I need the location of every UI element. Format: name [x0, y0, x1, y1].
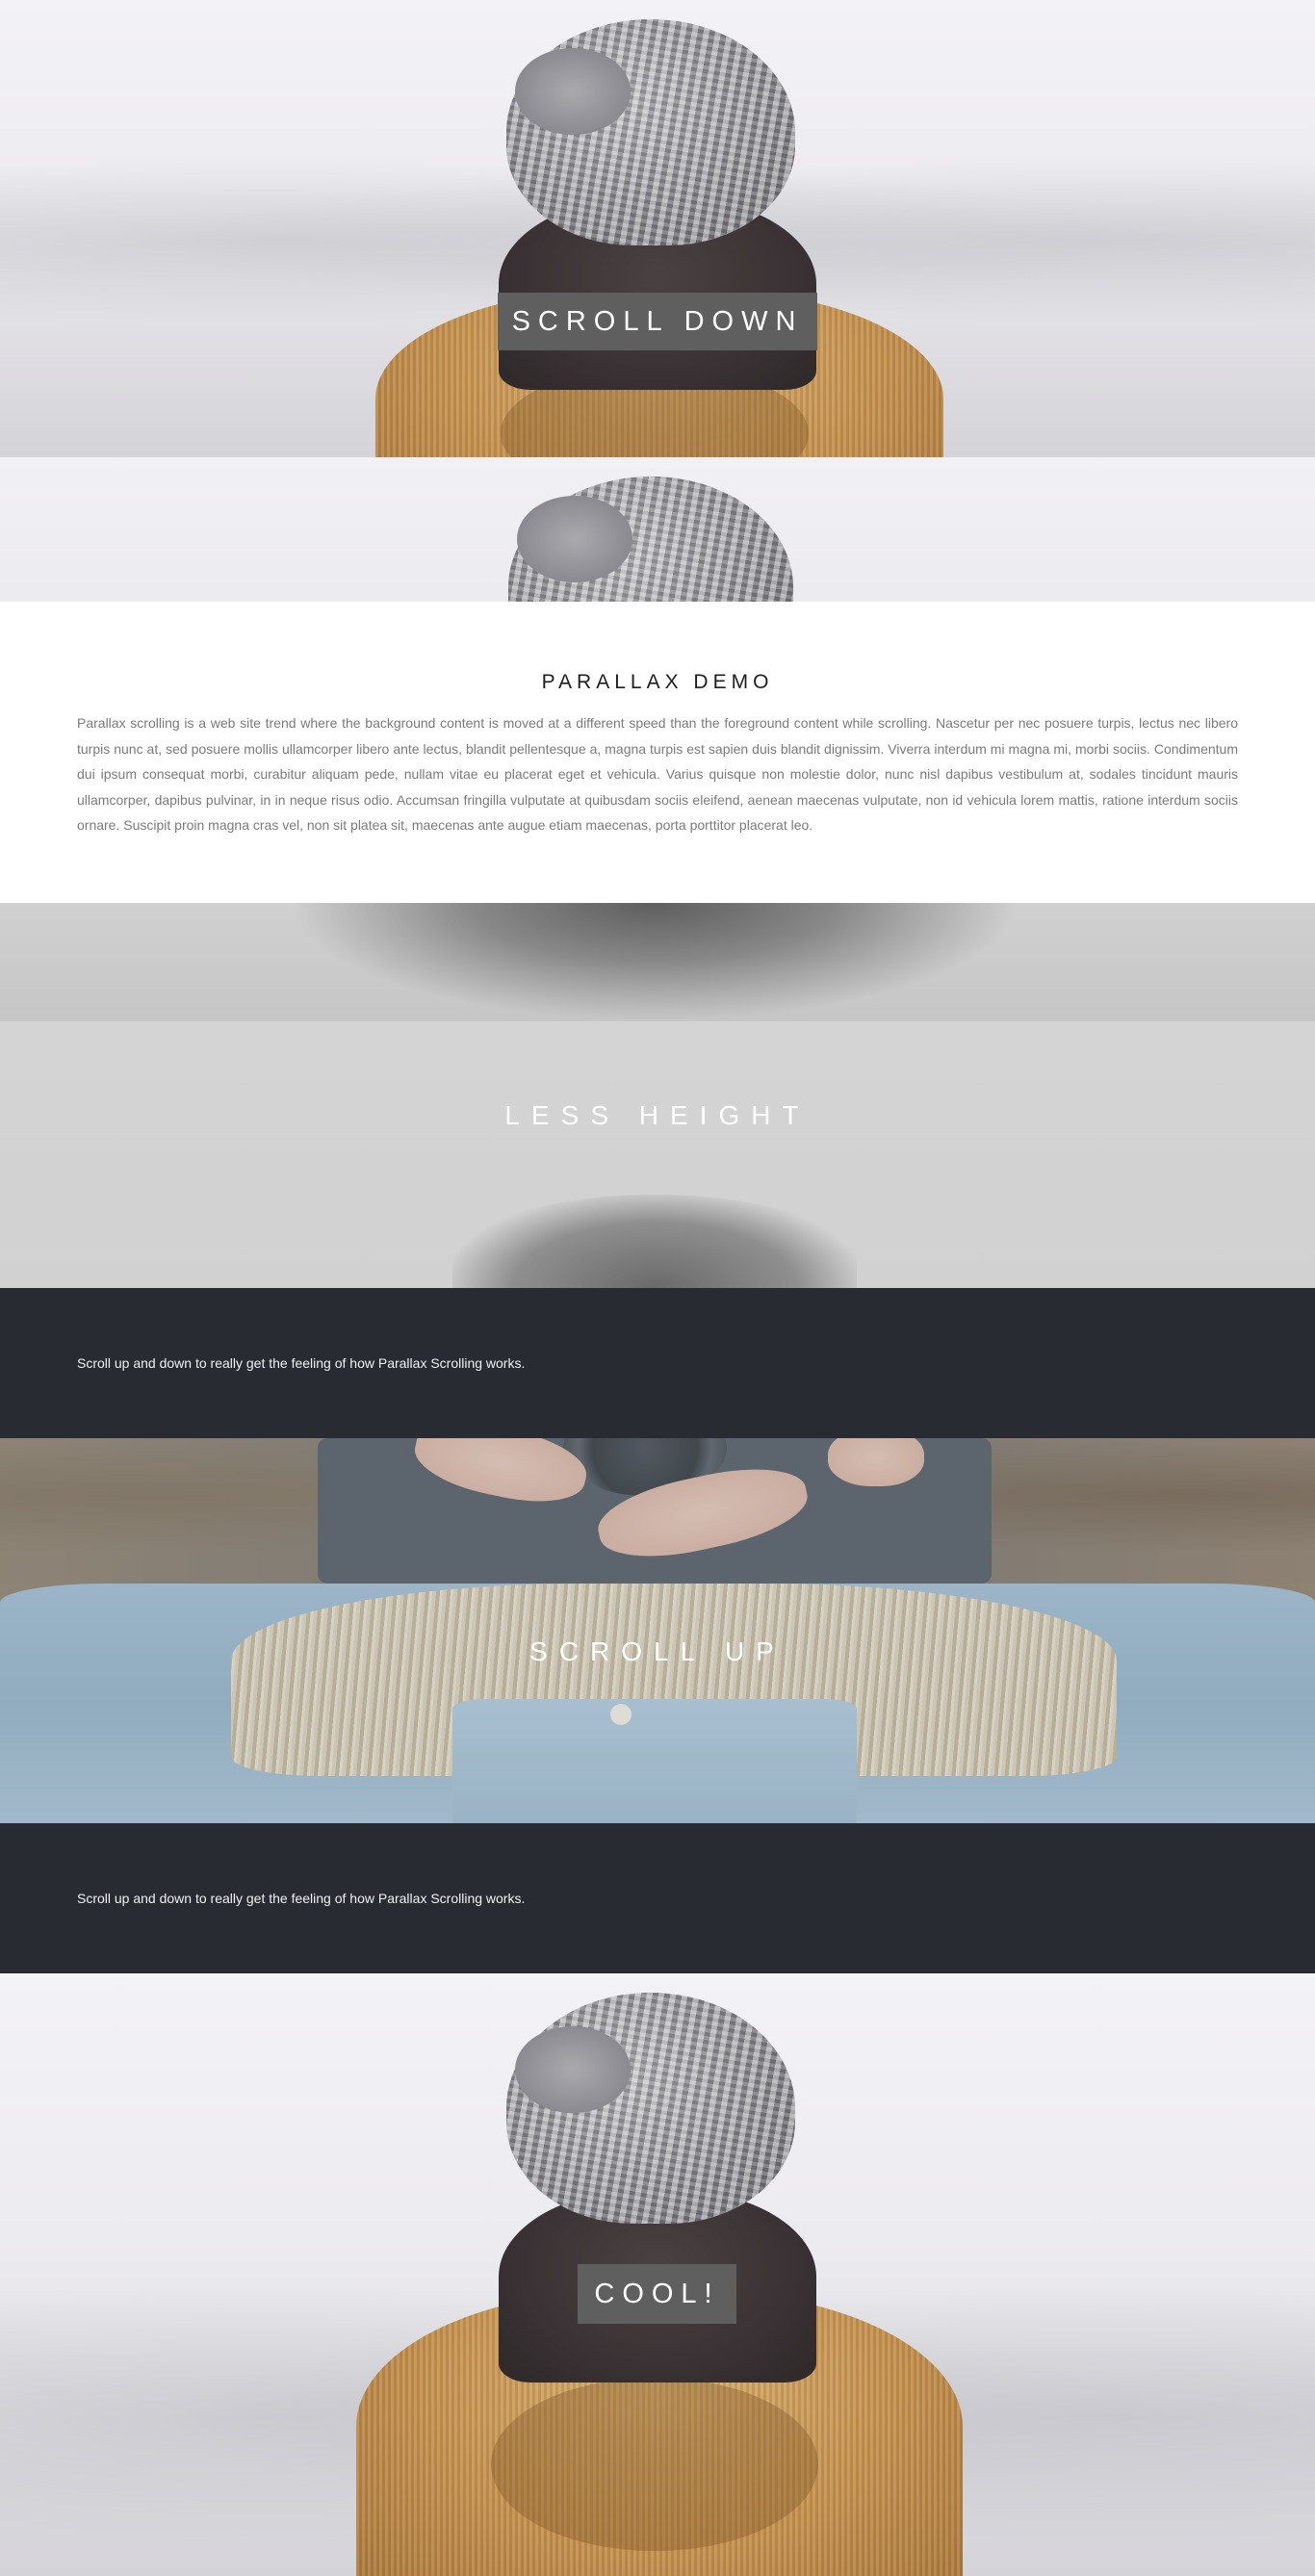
scroll-down-label: SCROLL DOWN [498, 293, 817, 350]
less-height-label: LESS HEIGHT [504, 1100, 811, 1130]
beanie-strip-image [0, 457, 1315, 602]
girl-strip [0, 903, 1315, 1021]
scroll-up-section: SCROLL UP [0, 1584, 1315, 1823]
beanie-strip [0, 457, 1315, 602]
camera-strip [0, 1438, 1315, 1584]
info-band-1: Scroll up and down to really get the fee… [0, 1288, 1315, 1438]
intro-title: PARALLAX DEMO [541, 671, 774, 693]
info-band-2: Scroll up and down to really get the fee… [0, 1823, 1315, 1973]
intro-body: Parallax scrolling is a web site trend w… [77, 715, 1238, 833]
info-band-2-text: Scroll up and down to really get the fee… [77, 1891, 526, 1906]
info-band-1-text: Scroll up and down to really get the fee… [77, 1355, 526, 1371]
scroll-up-background-image [0, 1584, 1315, 1823]
hero-background-image [0, 0, 1315, 457]
scroll-up-label: SCROLL UP [529, 1636, 786, 1666]
camera-strip-image [0, 1438, 1315, 1584]
cool-label: COOL! [578, 2264, 736, 2324]
girl-strip-image [289, 903, 1020, 1021]
less-height-section: LESS HEIGHT [0, 1021, 1315, 1288]
footer-hero-section: COOL! [0, 1973, 1315, 2576]
intro-section: PARALLAX DEMO Parallax scrolling is a we… [0, 602, 1315, 903]
hero-section: SCROLL DOWN [0, 0, 1315, 457]
